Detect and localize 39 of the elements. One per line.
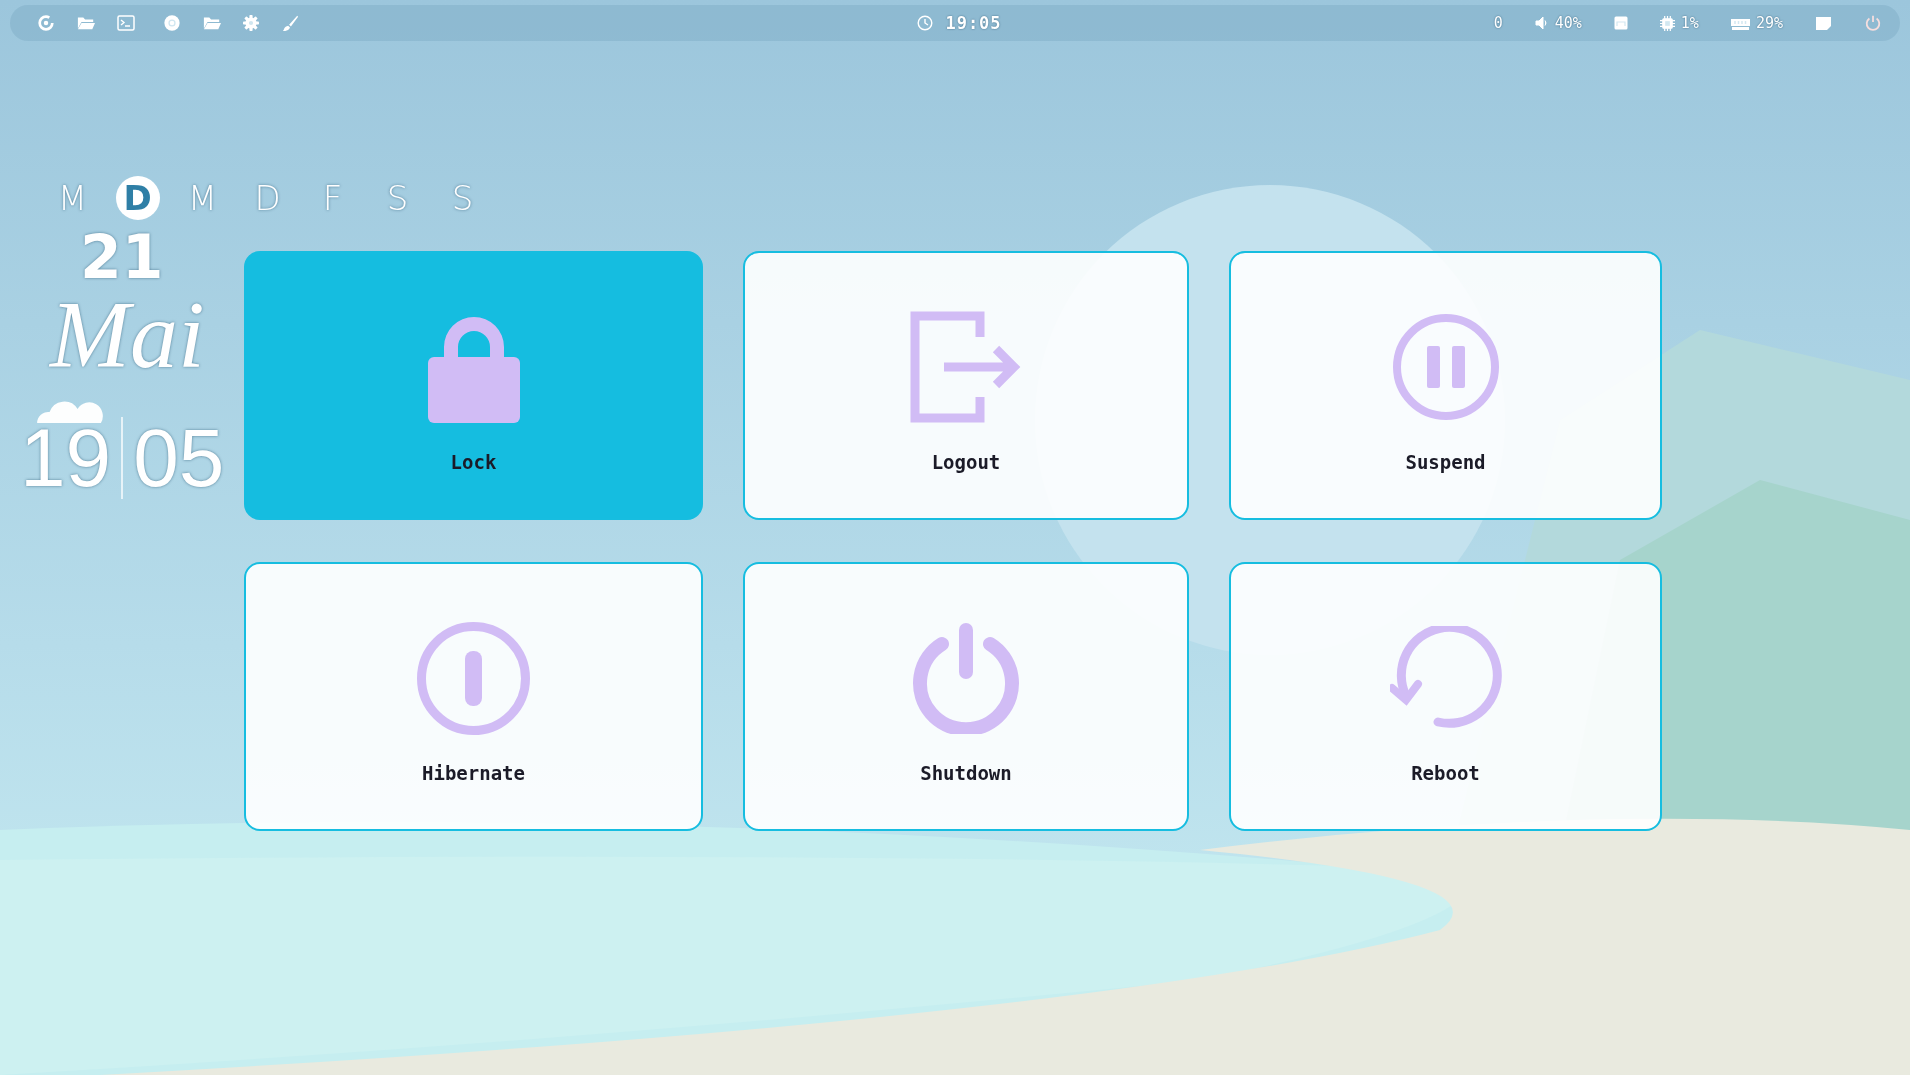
weekday: F [321, 177, 344, 220]
browser-icon[interactable] [163, 14, 181, 32]
power-action-button[interactable]: Logout [743, 251, 1189, 520]
ring-icon[interactable] [37, 14, 55, 32]
power-action-button[interactable]: Reboot [1229, 562, 1662, 831]
folder-icon[interactable] [77, 15, 95, 31]
note-icon[interactable] [1815, 16, 1832, 30]
power-action-button[interactable]: Hibernate [244, 562, 703, 831]
restart-icon [1389, 626, 1502, 730]
brush-icon[interactable] [281, 14, 299, 32]
power-icon [912, 622, 1020, 734]
clock-icon [917, 15, 934, 31]
weekday: S [450, 177, 475, 220]
exit-arrow-icon [910, 311, 1022, 423]
power-action-button[interactable]: Suspend [1229, 251, 1662, 520]
terminal-icon[interactable] [117, 15, 135, 31]
power-action-button[interactable]: Shutdown [743, 562, 1189, 831]
weekday: S [385, 177, 410, 220]
status-value: 0 [1493, 14, 1503, 32]
weekday: M [186, 177, 219, 220]
settings-icon[interactable] [243, 15, 259, 31]
memory-icon [1730, 16, 1750, 30]
power-circle-icon [416, 620, 531, 736]
clock-minutes: 05 [133, 417, 225, 499]
clock-hours: 19 [20, 417, 112, 499]
chip-icon [1659, 15, 1675, 31]
weekday: D [253, 177, 282, 220]
day-number: 21 [80, 227, 164, 287]
clock-time: 19:05 [945, 13, 1002, 33]
month-name: Mai [50, 287, 205, 383]
speaker-icon [1534, 16, 1549, 30]
weekday: M [56, 177, 89, 220]
power-action-button[interactable]: Lock [244, 251, 703, 520]
status-value: 29% [1755, 14, 1783, 32]
folder-icon[interactable] [203, 15, 221, 31]
status-value: 40% [1554, 14, 1582, 32]
status-value: 1% [1680, 14, 1699, 32]
pause-icon [1391, 313, 1500, 421]
power-icon[interactable] [1864, 14, 1882, 32]
